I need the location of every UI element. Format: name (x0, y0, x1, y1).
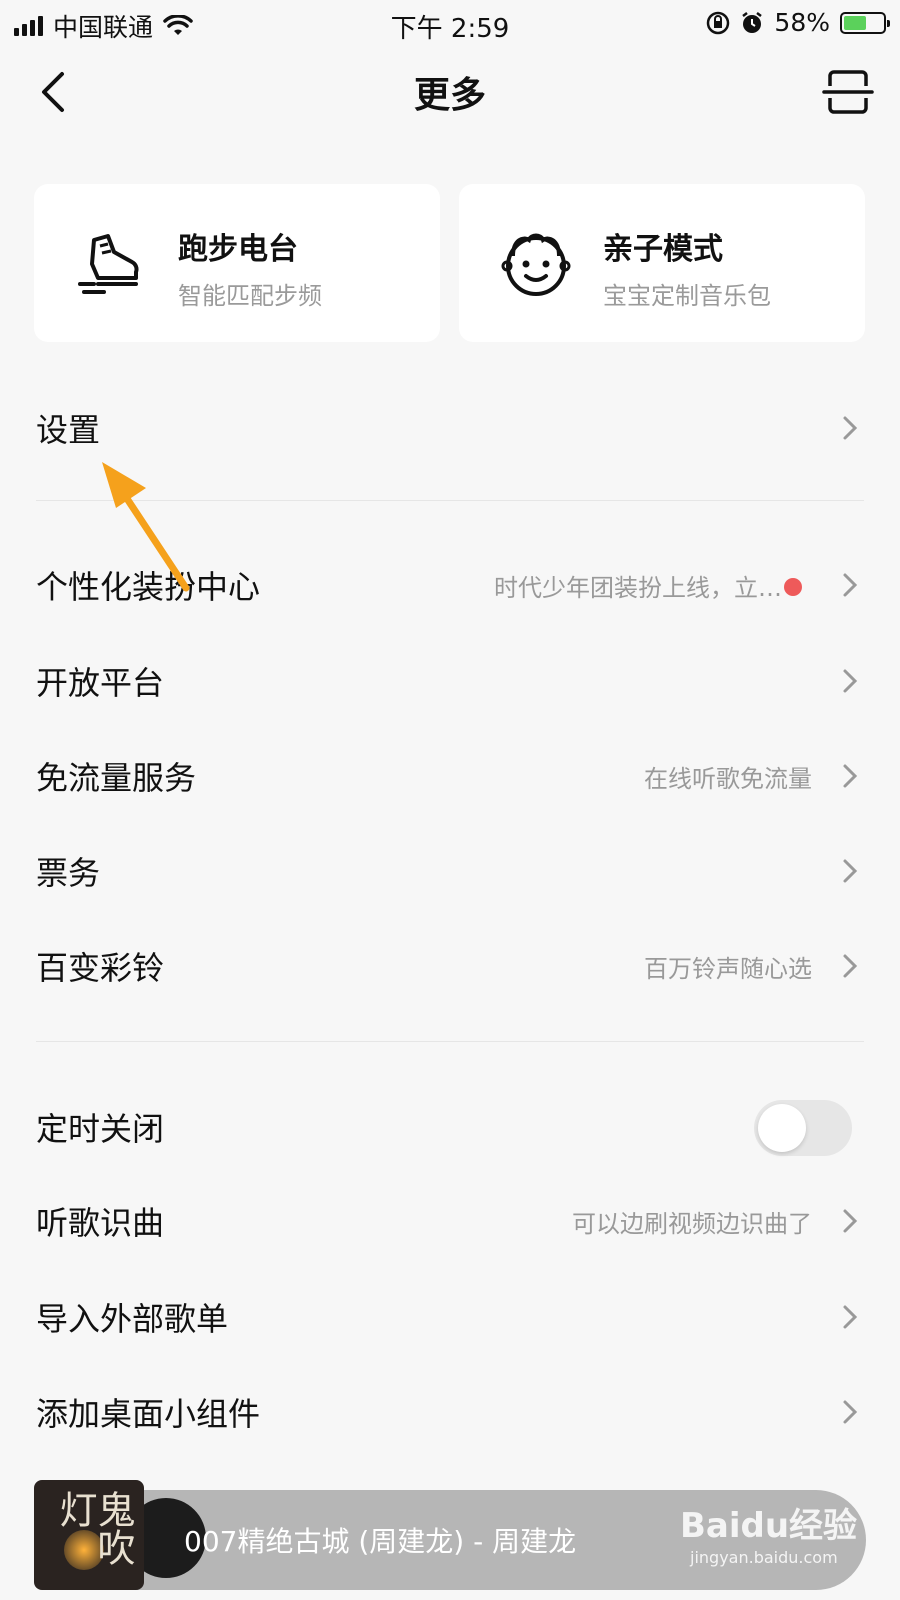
menu-item-add-widget[interactable]: 添加桌面小组件 (0, 1367, 900, 1457)
chevron-right-icon (843, 859, 858, 883)
running-shoe-icon (78, 234, 139, 294)
menu-item-label: 票务 (36, 854, 101, 892)
sleep-timer-toggle[interactable] (754, 1100, 852, 1156)
kids-mode-card[interactable]: 亲子模式 宝宝定制音乐包 (459, 184, 865, 342)
card-subtitle: 智能匹配步频 (178, 282, 322, 310)
alarm-icon (742, 11, 763, 33)
baby-face-icon (501, 233, 571, 296)
page-title: 更多 (413, 75, 486, 116)
menu-item-label: 百变彩铃 (36, 949, 165, 987)
menu-item-recognize[interactable]: 听歌识曲 可以边刷视频边识曲了 (0, 1176, 900, 1266)
card-title: 跑步电台 (178, 232, 298, 267)
menu-item-tickets[interactable]: 票务 (0, 826, 900, 916)
chevron-right-icon (843, 1209, 858, 1233)
menu-item-label: 免流量服务 (36, 759, 197, 797)
menu-item-hint: 在线听歌免流量 (644, 765, 812, 793)
running-radio-card[interactable]: 跑步电台 智能匹配步频 (34, 184, 440, 342)
status-right: 58% (706, 8, 890, 37)
rotation-lock-icon (707, 11, 730, 34)
menu-item-hint: 可以边刷视频边识曲了 (572, 1210, 812, 1238)
watermark: Baidu经验 jingyan.baidu.com (680, 1488, 860, 1598)
nav-header: 更多 (0, 46, 900, 138)
menu-item-label: 设置 (36, 411, 101, 449)
menu-item-hint: 百万铃声随心选 (644, 955, 812, 983)
battery-icon (840, 11, 890, 34)
menu-item-label: 开放平台 (36, 664, 165, 702)
menu-item-label: 导入外部歌单 (36, 1300, 229, 1338)
menu-item-free-data[interactable]: 免流量服务 在线听歌免流量 (0, 731, 900, 821)
menu-item-label: 听歌识曲 (36, 1204, 165, 1242)
menu-item-label: 定时关闭 (36, 1110, 165, 1148)
chevron-right-icon (843, 1400, 858, 1424)
album-art-title: 鬼吹灯 (53, 1490, 135, 1566)
notification-dot (784, 578, 802, 596)
menu-item-open-platform[interactable]: 开放平台 (0, 636, 900, 726)
menu-item-label: 添加桌面小组件 (36, 1395, 261, 1433)
menu-item-ringtone[interactable]: 百变彩铃 百万铃声随心选 (0, 921, 900, 1011)
watermark-sub: jingyan.baidu.com (690, 1548, 838, 1567)
battery-level (844, 15, 867, 30)
menu-item-sleep-timer: 定时关闭 (0, 1082, 900, 1172)
chevron-right-icon (843, 1305, 858, 1329)
battery-percent: 58% (774, 8, 830, 37)
chevron-right-icon (843, 573, 858, 597)
scan-icon[interactable] (822, 66, 874, 118)
card-subtitle: 宝宝定制音乐包 (603, 282, 771, 310)
watermark-main: Baidu经验 (680, 1506, 858, 1546)
chevron-right-icon (843, 669, 858, 693)
menu-item-hint: 时代少年团装扮上线，立… (494, 574, 782, 602)
annotation-arrow-icon (102, 462, 190, 592)
menu-item-import-playlist[interactable]: 导入外部歌单 (0, 1272, 900, 1362)
chevron-right-icon (843, 764, 858, 788)
now-playing-title: 007精绝古城 (周建龙) - 周建龙 (184, 1525, 577, 1558)
status-bar: 中国联通 下午 2:59 58% (0, 0, 900, 46)
divider (36, 1041, 864, 1042)
chevron-right-icon (843, 416, 858, 440)
album-art: 鬼吹灯 (34, 1480, 144, 1590)
toggle-knob (758, 1104, 806, 1152)
chevron-right-icon (843, 954, 858, 978)
card-title: 亲子模式 (603, 232, 723, 267)
